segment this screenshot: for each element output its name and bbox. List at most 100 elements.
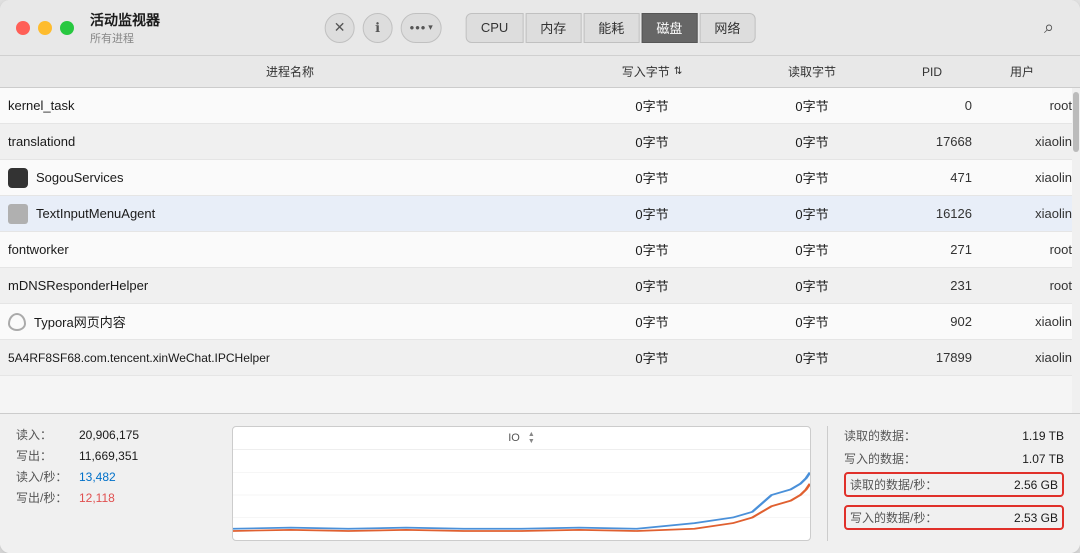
row-name: mDNSResponderHelper xyxy=(8,278,572,293)
shield-icon xyxy=(8,313,26,331)
stop-button[interactable]: ✕ xyxy=(325,13,355,43)
row-pid: 902 xyxy=(892,314,972,329)
sort-up-icon: ▲ xyxy=(528,431,535,438)
app-title: 活动监视器 所有进程 xyxy=(90,10,160,46)
row-write-bytes: 0字节 xyxy=(572,132,732,151)
io-chart: IO ▲ ▼ xyxy=(232,426,811,541)
table-row[interactable]: Typora网页内容 0字节 0字节 902 xiaolin xyxy=(0,304,1080,340)
row-write-bytes: 0字节 xyxy=(572,96,732,115)
th-pid[interactable]: PID xyxy=(892,65,972,79)
stat-row-read-data: 读取的数据： 1.19 TB xyxy=(844,426,1064,445)
row-name: fontworker xyxy=(8,242,572,257)
tab-memory[interactable]: 内存 xyxy=(525,13,581,43)
scrollbar-thumb[interactable] xyxy=(1073,92,1079,152)
stat-row-write-per-sec: 写出/秒： 12,118 xyxy=(16,489,216,506)
th-name[interactable]: 进程名称 xyxy=(8,63,572,80)
row-write-bytes: 0字节 xyxy=(572,168,732,187)
row-read-bytes: 0字节 xyxy=(732,240,892,259)
table-row[interactable]: SogouServices 0字节 0字节 471 xiaolin xyxy=(0,160,1080,196)
activity-monitor-window: 活动监视器 所有进程 ✕ ℹ ••• ▾ CPU 内存 xyxy=(0,0,1080,553)
row-user: xiaolin xyxy=(972,170,1072,185)
sort-down-icon: ▼ xyxy=(528,438,535,445)
row-read-bytes: 0字节 xyxy=(732,96,892,115)
stats-left: 读入： 20,906,175 写出： 11,669,351 读入/秒： 13,4… xyxy=(16,426,216,541)
panel-divider xyxy=(827,426,828,541)
sort-arrow-icon: ⇅ xyxy=(674,66,682,77)
tab-disk[interactable]: 磁盘 xyxy=(641,13,697,43)
row-write-bytes: 0字节 xyxy=(572,348,732,367)
row-read-bytes: 0字节 xyxy=(732,312,892,331)
app-title-main: 活动监视器 xyxy=(90,10,160,30)
chart-svg xyxy=(233,450,810,540)
th-write-bytes[interactable]: 写入字节 ⇅ xyxy=(572,63,732,80)
stat-label-write-out: 写出： xyxy=(16,447,71,464)
table-row[interactable]: translationd 0字节 0字节 17668 xiaolin xyxy=(0,124,1080,160)
row-name: Typora网页内容 xyxy=(8,312,572,331)
row-user: xiaolin xyxy=(972,350,1072,365)
row-read-bytes: 0字节 xyxy=(732,276,892,295)
scrollbar-track[interactable] xyxy=(1072,88,1080,413)
app-icon xyxy=(8,168,28,188)
stat-label-read-in: 读入： xyxy=(16,426,71,443)
table-row[interactable]: kernel_task 0字节 0字节 0 root xyxy=(0,88,1080,124)
row-read-bytes: 0字节 xyxy=(732,348,892,367)
info-button[interactable]: ℹ xyxy=(363,13,393,43)
chart-header: IO ▲ ▼ xyxy=(233,427,810,450)
stat-row-read-data-per-sec: 读取的数据/秒： 2.56 GB xyxy=(844,472,1064,497)
more-button[interactable]: ••• ▾ xyxy=(401,13,442,43)
row-name: TextInputMenuAgent xyxy=(8,204,572,224)
row-name: translationd xyxy=(8,134,572,149)
table-row[interactable]: mDNSResponderHelper 0字节 0字节 231 root xyxy=(0,268,1080,304)
stop-icon: ✕ xyxy=(334,19,346,36)
row-pid: 471 xyxy=(892,170,972,185)
titlebar: 活动监视器 所有进程 ✕ ℹ ••• ▾ CPU 内存 xyxy=(0,0,1080,56)
row-user: root xyxy=(972,98,1072,113)
row-pid: 0 xyxy=(892,98,972,113)
table-row[interactable]: 5A4RF8SF68.com.tencent.xinWeChat.IPCHelp… xyxy=(0,340,1080,376)
stat-label-read-per-sec: 读入/秒： xyxy=(16,468,71,485)
maximize-button[interactable] xyxy=(60,21,74,35)
info-icon: ℹ xyxy=(375,20,380,36)
row-pid: 16126 xyxy=(892,206,972,221)
tab-energy[interactable]: 能耗 xyxy=(583,13,639,43)
stat-row-read-in: 读入： 20,906,175 xyxy=(16,426,216,443)
tab-cpu[interactable]: CPU xyxy=(466,13,523,43)
stat-value-write-data-per-sec: 2.53 GB xyxy=(1014,511,1058,525)
row-write-bytes: 0字节 xyxy=(572,204,732,223)
search-button[interactable]: ⌕ xyxy=(1034,13,1064,43)
chart-sort-buttons[interactable]: ▲ ▼ xyxy=(528,431,535,445)
th-read-bytes[interactable]: 读取字节 xyxy=(732,63,892,80)
search-icon: ⌕ xyxy=(1044,17,1054,38)
tab-group: CPU 内存 能耗 磁盘 网络 xyxy=(466,13,756,43)
row-read-bytes: 0字节 xyxy=(732,168,892,187)
row-write-bytes: 0字节 xyxy=(572,276,732,295)
stats-right: 读取的数据： 1.19 TB 写入的数据： 1.07 TB 读取的数据/秒： 2… xyxy=(844,426,1064,541)
row-user: root xyxy=(972,242,1072,257)
stat-value-write-out: 11,669,351 xyxy=(79,449,138,463)
table-row[interactable]: TextInputMenuAgent 0字节 0字节 16126 xiaolin xyxy=(0,196,1080,232)
chart-canvas xyxy=(233,450,810,540)
app-title-sub: 所有进程 xyxy=(90,30,160,46)
table-body: kernel_task 0字节 0字节 0 root translationd … xyxy=(0,88,1080,413)
row-read-bytes: 0字节 xyxy=(732,132,892,151)
row-pid: 17668 xyxy=(892,134,972,149)
bottom-panel: 读入： 20,906,175 写出： 11,669,351 读入/秒： 13,4… xyxy=(0,413,1080,553)
stat-row-write-data: 写入的数据： 1.07 TB xyxy=(844,449,1064,468)
stat-label-write-data-per-sec: 写入的数据/秒： xyxy=(850,509,937,526)
stat-label-read-data-per-sec: 读取的数据/秒： xyxy=(850,476,937,493)
stat-label-write-per-sec: 写出/秒： xyxy=(16,489,71,506)
row-name: SogouServices xyxy=(8,168,572,188)
table-row[interactable]: fontworker 0字节 0字节 271 root xyxy=(0,232,1080,268)
tab-network[interactable]: 网络 xyxy=(699,13,755,43)
app-icon xyxy=(8,204,28,224)
minimize-button[interactable] xyxy=(38,21,52,35)
stat-value-read-per-sec: 13,482 xyxy=(79,470,116,484)
th-user[interactable]: 用户 xyxy=(972,63,1072,80)
row-name: kernel_task xyxy=(8,98,572,113)
row-user: xiaolin xyxy=(972,206,1072,221)
close-button[interactable] xyxy=(16,21,30,35)
row-pid: 231 xyxy=(892,278,972,293)
dropdown-arrow-icon: ▾ xyxy=(428,22,433,33)
stat-value-read-in: 20,906,175 xyxy=(79,428,139,442)
titlebar-controls: ✕ ℹ ••• ▾ CPU 内存 能耗 磁盘 xyxy=(325,13,756,43)
